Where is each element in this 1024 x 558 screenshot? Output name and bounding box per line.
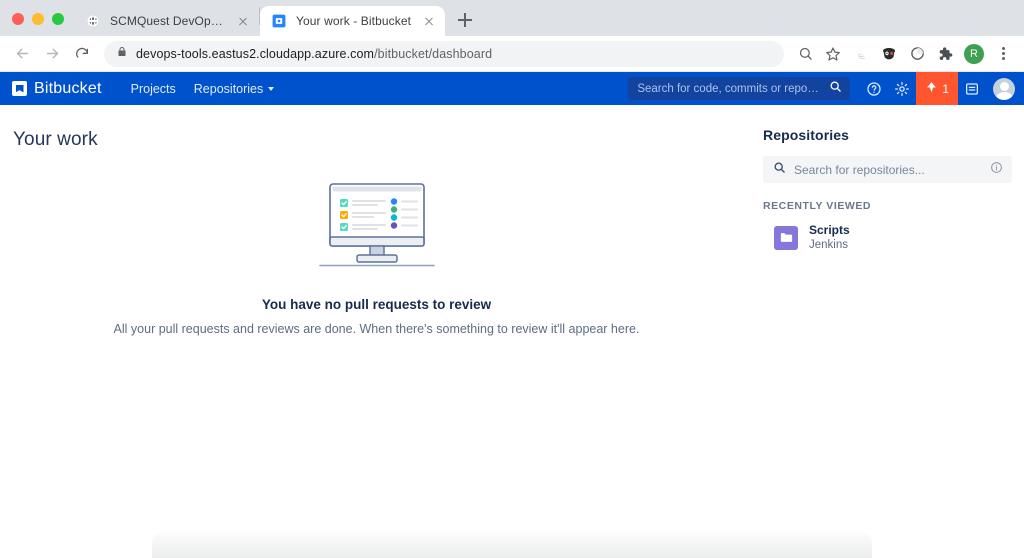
- sidebar-title: Repositories: [763, 127, 1012, 143]
- search-icon: [829, 80, 842, 98]
- lock-icon: [116, 45, 128, 63]
- minimize-window-button[interactable]: [32, 13, 44, 25]
- repository-name: Scripts: [809, 223, 850, 237]
- info-circle-icon[interactable]: [990, 161, 1003, 179]
- repository-search-placeholder: Search for repositories...: [794, 163, 982, 177]
- chevron-down-icon: [268, 87, 274, 91]
- notification-badge[interactable]: 1: [916, 72, 958, 105]
- java-extension-icon[interactable]: [848, 41, 874, 67]
- url-host: devops-tools.eastus2.cloudapp.azure.com: [136, 47, 374, 61]
- tab-title: SCMQuest DevOps Tools: [110, 14, 226, 28]
- notification-count: 1: [942, 82, 949, 96]
- bitbucket-favicon: [271, 13, 287, 29]
- forward-arrow-icon[interactable]: [38, 40, 66, 68]
- search-icon: [773, 161, 786, 179]
- toolbar-icons: R: [792, 41, 1016, 67]
- close-tab-button[interactable]: [421, 13, 437, 29]
- window-controls: [8, 13, 74, 36]
- bitbucket-logo-icon: [12, 81, 27, 96]
- zoom-search-icon[interactable]: [792, 41, 818, 67]
- reload-icon[interactable]: [68, 40, 96, 68]
- browser-tab-2[interactable]: Your work - Bitbucket: [260, 6, 445, 36]
- user-avatar-icon[interactable]: [993, 78, 1015, 100]
- bookmark-star-icon[interactable]: [820, 41, 846, 67]
- browser-tab-strip: SCMQuest DevOps Tools Your work - Bitbuc…: [0, 0, 1024, 36]
- nav-item-label: Repositories: [194, 82, 263, 96]
- repository-folder-icon: [774, 226, 798, 250]
- circle-extension-icon[interactable]: [904, 41, 930, 67]
- main-content: Your work: [0, 105, 753, 558]
- address-bar-text: devops-tools.eastus2.cloudapp.azure.com/…: [136, 47, 492, 61]
- maximize-window-button[interactable]: [52, 13, 64, 25]
- recently-viewed-label: RECENTLY VIEWED: [763, 200, 1012, 212]
- window-bottom-edge: [152, 532, 872, 558]
- back-arrow-icon[interactable]: [8, 40, 36, 68]
- three-dot-menu-icon[interactable]: [990, 41, 1016, 67]
- extensions-puzzle-icon[interactable]: [932, 41, 958, 67]
- browser-toolbar: devops-tools.eastus2.cloudapp.azure.com/…: [0, 36, 1024, 72]
- gear-icon[interactable]: [888, 72, 916, 105]
- close-tab-button[interactable]: [235, 13, 251, 29]
- jira-notification-icon: [925, 81, 938, 97]
- empty-state: You have no pull requests to review All …: [0, 182, 753, 336]
- page-body: Your work: [0, 105, 1024, 558]
- cow-extension-icon[interactable]: [876, 41, 902, 67]
- new-tab-button[interactable]: [451, 6, 479, 34]
- primary-nav: Projects Repositories: [122, 77, 284, 101]
- monitor-checklist-illustration: [312, 182, 442, 274]
- browser-window: SCMQuest DevOps Tools Your work - Bitbuc…: [0, 0, 1024, 558]
- repositories-sidebar: Repositories Search for repositories...: [753, 105, 1024, 558]
- browser-tab-1[interactable]: SCMQuest DevOps Tools: [74, 6, 259, 36]
- tab-title: Your work - Bitbucket: [296, 14, 412, 28]
- nav-item-repositories[interactable]: Repositories: [185, 77, 283, 101]
- address-bar[interactable]: devops-tools.eastus2.cloudapp.azure.com/…: [104, 41, 784, 67]
- help-question-icon[interactable]: [860, 72, 888, 105]
- list-item[interactable]: Scripts Jenkins: [763, 223, 1012, 252]
- url-path: /bitbucket/dashboard: [374, 47, 492, 61]
- global-search-placeholder: Search for code, commits or repositories…: [637, 83, 823, 95]
- repository-meta: Scripts Jenkins: [809, 223, 850, 252]
- bitbucket-header: Bitbucket Projects Repositories Search f…: [0, 72, 1024, 105]
- empty-state-heading: You have no pull requests to review: [262, 297, 491, 312]
- header-actions: 1: [860, 72, 1015, 105]
- close-window-button[interactable]: [12, 13, 24, 25]
- global-search-field[interactable]: Search for code, commits or repositories…: [628, 77, 850, 100]
- brand-name: Bitbucket: [34, 80, 102, 98]
- inbox-messages-icon[interactable]: [958, 72, 986, 105]
- bitbucket-logo[interactable]: Bitbucket: [12, 80, 102, 98]
- page-title: Your work: [0, 105, 753, 151]
- nav-item-label: Projects: [131, 82, 176, 96]
- globe-icon: [85, 13, 101, 29]
- repository-project: Jenkins: [809, 238, 850, 252]
- chrome-profile-avatar[interactable]: R: [964, 44, 984, 64]
- nav-item-projects[interactable]: Projects: [122, 77, 185, 101]
- empty-state-subtext: All your pull requests and reviews are d…: [114, 322, 640, 336]
- repository-search-input[interactable]: Search for repositories...: [763, 156, 1012, 183]
